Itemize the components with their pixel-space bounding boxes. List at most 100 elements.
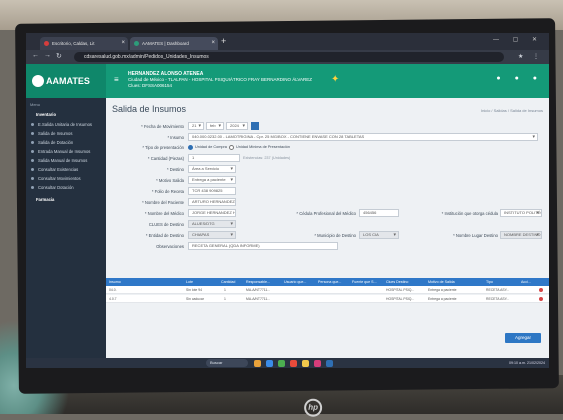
delete-icon[interactable] [539, 288, 543, 292]
sidebar-item-salida-dotacion[interactable]: Salida de Dotación [26, 138, 106, 147]
municipio-select[interactable]: LOS CIA [359, 231, 399, 239]
screen: Escritorio, Caldas, Lit × AAMATES | Dash… [26, 33, 549, 368]
sidebar-item-entrada-manual[interactable]: Entrada Manual de Insumos [26, 147, 106, 156]
app-logo[interactable]: AAMATES [26, 64, 106, 98]
sidebar-item-farmacia[interactable]: Farmacia [26, 195, 106, 204]
destino-label: * Destino [167, 167, 184, 172]
back-icon[interactable]: ← [32, 52, 39, 59]
table-header: Insumo Lote Cantidad Responsable... Usua… [106, 278, 549, 286]
reload-icon[interactable]: ↻ [56, 52, 62, 60]
calendar-icon[interactable] [251, 122, 259, 130]
table-row[interactable]: 4.0.7 Sin caducar 1 MA-A/NT7711... HOSPI… [106, 295, 549, 303]
url-input[interactable]: cdsaresalud.gob.mx/admin/Pedidos_Unidade… [74, 52, 504, 62]
folio-input[interactable]: TCR 438 909825 [188, 187, 236, 195]
clues-code: Clues: DFSSA006154 [128, 83, 173, 88]
favicon-icon [44, 41, 49, 46]
edge-icon[interactable] [266, 359, 273, 367]
medico-label: * Nombre del Médico [144, 211, 184, 216]
clues-select[interactable]: ALUES/DTG [188, 220, 236, 228]
hp-logo-icon: hp [304, 398, 323, 417]
column-header[interactable]: Clues Destino [386, 278, 408, 286]
app-header: AAMATES ≡ HERNANDEZ ALONSO ATENEA Ciudad… [26, 64, 549, 98]
folder-icon[interactable] [302, 359, 309, 367]
medico-input[interactable]: JORGE HERNANDEZ HERN [188, 209, 236, 217]
taskbar: Buscar 09:10 a.m. 21/02/2024 [26, 358, 549, 368]
forward-icon[interactable]: → [44, 52, 51, 59]
column-header[interactable]: Lote [186, 278, 193, 286]
close-icon[interactable]: × [211, 37, 215, 50]
column-header[interactable]: Cantidad [221, 278, 235, 286]
lugar-select[interactable]: NOMBRE DESTINO [500, 231, 542, 239]
hospital-name: Ciudad de México - TLALPAN - HOSPITAL PS… [128, 77, 313, 82]
favicon-icon [134, 41, 139, 46]
tipo-label: * Tipo de presentación [142, 145, 184, 150]
institucion-select[interactable]: INSTITUTO POLITÉCNICO [500, 209, 542, 217]
table-row[interactable]: 04.0. Sin lote 94 1 MA-A/NT7711... HOSPI… [106, 286, 549, 294]
taskbar-search[interactable]: Buscar [206, 359, 248, 367]
app-icon[interactable] [290, 359, 297, 367]
window-controls[interactable]: — ▢ ✕ [493, 36, 543, 43]
insumo-select[interactable]: 040.000.0232.00 - LAMOTRIGINA - Cpr. 25 … [188, 133, 538, 141]
app-icon[interactable] [314, 359, 321, 367]
cantidad-input[interactable]: 1 [188, 154, 240, 162]
sidebar-menu-label: Menu [30, 102, 41, 107]
tab-label: AAMATES | Dashboard [142, 41, 189, 46]
folio-label: * Folio de Receta [151, 189, 184, 194]
motivo-select[interactable]: Entrega a paciente [188, 176, 236, 184]
destino-select[interactable]: Área a Servicio [188, 165, 236, 173]
column-header[interactable]: Persona que... [318, 278, 341, 286]
clock[interactable]: 09:10 a.m. 21/02/2024 [509, 358, 545, 368]
app-name: AAMATES [46, 76, 90, 86]
column-header[interactable]: Motivo de Salida [428, 278, 455, 286]
sidebar-item-salida-unitaria[interactable]: E.Salida Unitaria de Insumos [26, 120, 106, 129]
header-actions[interactable]: ● ● ● [496, 75, 543, 82]
cedula-label: * Cédula Profesional del Médico [296, 211, 356, 216]
sidebar-item-salida-insumos[interactable]: Salida de Insumos [26, 129, 106, 138]
browser-tab-1[interactable]: Escritorio, Caldas, Lit × [40, 37, 128, 50]
sidebar-item-movimientos[interactable]: Consultar Movimientos [26, 174, 106, 183]
entidad-select[interactable]: CHIAPAS [188, 231, 236, 239]
column-header[interactable]: Fuente que S... [352, 278, 377, 286]
close-icon[interactable]: × [121, 37, 125, 50]
hospital-info: HERNANDEZ ALONSO ATENEA Ciudad de México… [128, 71, 312, 89]
breadcrumb: Inicio / Salidas / Salida de Insumos [480, 108, 543, 113]
address-toolbar: ← → ↻ cdsaresalud.gob.mx/admin/Pedidos_U… [26, 50, 549, 64]
insumo-label: * Insumo [167, 135, 184, 140]
observaciones-label: Observaciones [156, 244, 184, 249]
word-icon[interactable] [326, 359, 333, 367]
observaciones-input[interactable]: RECETA GENERAL (QDA INFORME) [188, 242, 338, 250]
clues-label: CLUES de Destino [148, 222, 184, 227]
column-header[interactable]: Acci... [521, 278, 531, 286]
column-header[interactable]: Usuario que... [284, 278, 306, 286]
sidebar-item-salida-manual[interactable]: Salida Manual de Insumos [26, 156, 106, 165]
delete-icon[interactable] [539, 297, 543, 301]
chrome-icon[interactable] [278, 359, 285, 367]
sidebar-item-inventario[interactable]: Inventario [26, 110, 106, 119]
new-tab-button[interactable]: + [221, 36, 226, 46]
browser-tab-2[interactable]: AAMATES | Dashboard × [130, 37, 218, 50]
agregar-button[interactable]: Agregar [505, 333, 541, 343]
unidad-minima-radio[interactable] [229, 145, 234, 150]
paciente-input[interactable]: ARTURO HERNANDEZ MAYA [188, 198, 236, 206]
month-select[interactable]: feb [206, 122, 224, 130]
unidad-compra-radio[interactable] [188, 145, 193, 150]
entidad-label: * Entidad de Destino [145, 233, 184, 238]
extensions-icon[interactable]: ★ ⋮ [518, 53, 543, 60]
sidebar-item-dotacion[interactable]: Consultar Dotación [26, 183, 106, 192]
existencias-hint: Existencias: 237 (Unidades) [243, 156, 291, 160]
column-header[interactable]: Responsable... [246, 278, 270, 286]
sidebar: Menu Inventario E.Salida Unitaria de Ins… [26, 98, 106, 368]
column-header[interactable]: Insumo [109, 278, 121, 286]
paciente-label: * Nombre del Paciente [142, 200, 184, 205]
year-select[interactable]: 2024 [226, 122, 248, 130]
institucion-label: * Institución que otorga cédula [441, 211, 498, 216]
menu-icon[interactable]: ≡ [114, 75, 119, 84]
column-header[interactable]: Tipo [486, 278, 493, 286]
favorite-icon[interactable]: ✦ [331, 74, 339, 85]
sidebar-item-existencias[interactable]: Consultar Existencias [26, 165, 106, 174]
cedula-input[interactable]: 456456 [359, 209, 399, 217]
day-select[interactable]: 21 [188, 122, 204, 130]
fecha-label: * Fecha de Movimiento [141, 124, 184, 129]
file-explorer-icon[interactable] [254, 359, 261, 367]
main-content: Salida de Insumos Inicio / Salidas / Sal… [106, 98, 549, 368]
